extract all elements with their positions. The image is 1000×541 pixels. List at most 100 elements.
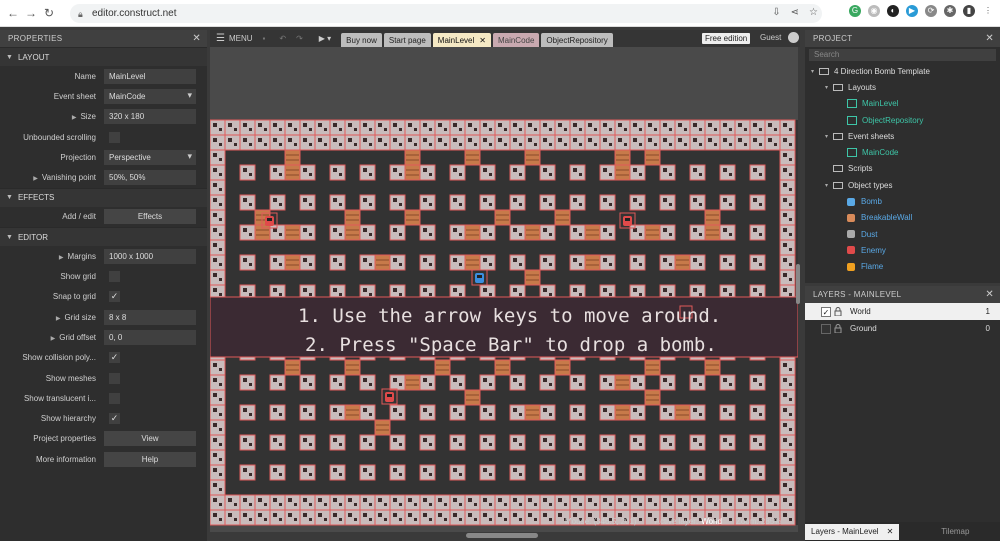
tree-toggle-icon[interactable]: ▾ xyxy=(825,182,833,189)
back-arrow-icon[interactable]: ← xyxy=(4,6,22,20)
expand-triangle-icon[interactable]: ▶ xyxy=(56,316,61,322)
prop-label-text: Project properties xyxy=(33,434,96,444)
layer-visible-checkbox[interactable]: ✓ xyxy=(821,306,831,317)
checkbox[interactable]: ✓ xyxy=(109,413,120,425)
tree-item[interactable]: Dust xyxy=(805,226,1000,242)
tree-item[interactable]: MainCode xyxy=(805,144,1000,160)
section-editor[interactable]: ▼ EDITOR xyxy=(0,227,207,247)
prop-select[interactable]: Perspective xyxy=(104,149,196,165)
tab-layers[interactable]: Layers - MainLevel ✕ xyxy=(805,523,900,540)
lock-icon[interactable] xyxy=(834,324,842,334)
expand-triangle-icon[interactable]: ▶ xyxy=(59,255,64,261)
solid-wall-tile xyxy=(494,119,511,136)
wall-detail xyxy=(519,443,522,446)
level-svg[interactable]: 1. Use the arrow keys to move around. 2. … xyxy=(210,47,798,532)
vertical-scrollbar[interactable] xyxy=(796,264,800,304)
tab-start-page[interactable]: Start page xyxy=(383,33,431,47)
share-icon[interactable]: ⋖ xyxy=(791,7,799,18)
tree-item[interactable]: Bomb xyxy=(805,193,1000,209)
tab-objectrepository[interactable]: ObjectRepository xyxy=(541,33,613,47)
tree-toggle-icon[interactable]: ▾ xyxy=(811,68,819,75)
checkbox[interactable] xyxy=(109,131,120,143)
tree-toggle-icon[interactable]: ▾ xyxy=(825,84,833,91)
tab-maincode[interactable]: MainCode xyxy=(492,33,540,47)
url-bar[interactable]: 🔒︎ editor.construct.net xyxy=(70,4,822,23)
tree-item[interactable]: ▾ Object types xyxy=(805,177,1000,193)
redo-icon[interactable]: ↷ xyxy=(296,34,303,43)
guest-label[interactable]: Guest xyxy=(760,33,781,42)
tab-tilemap[interactable]: Tilemap xyxy=(935,524,975,540)
prop-input[interactable]: 320 x 180 xyxy=(104,109,196,125)
layer-visible-checkbox[interactable] xyxy=(821,323,831,334)
checkbox[interactable] xyxy=(109,271,120,283)
run-button[interactable]: ▶ ▾ xyxy=(319,34,331,43)
wall-detail xyxy=(324,128,327,131)
close-icon[interactable]: ✕ xyxy=(985,289,994,300)
refresh-ext-icon[interactable]: ⟳ xyxy=(925,5,937,17)
layer-row[interactable]: ✓ World 1 xyxy=(805,303,1000,320)
camera-icon[interactable]: ◉ xyxy=(868,5,880,17)
expand-triangle-icon[interactable]: ▶ xyxy=(51,336,56,342)
close-icon[interactable]: ✕ xyxy=(887,527,894,536)
expand-triangle-icon[interactable]: ▶ xyxy=(33,176,38,182)
checkbox[interactable]: ✓ xyxy=(109,352,120,364)
user-avatar-icon[interactable] xyxy=(788,32,799,43)
tree-item[interactable]: Flame xyxy=(805,259,1000,275)
prop-input[interactable]: MainLevel xyxy=(104,68,196,84)
puzzle-icon[interactable]: ✱ xyxy=(944,5,956,17)
solid-wall-tile xyxy=(554,134,571,151)
tree-item[interactable]: ▾ 4 Direction Bomb Template xyxy=(805,63,1000,79)
wall-detail xyxy=(303,168,307,172)
horizontal-scrollbar[interactable] xyxy=(466,533,538,538)
tree-item[interactable]: Enemy xyxy=(805,242,1000,258)
tree-item[interactable]: ObjectRepository xyxy=(805,112,1000,128)
reload-icon[interactable]: ↻ xyxy=(40,6,58,20)
section-layout[interactable]: ▼ LAYOUT xyxy=(0,47,207,66)
wall-detail xyxy=(579,293,582,296)
tree-item[interactable]: BreakableWall xyxy=(805,210,1000,226)
prop-input[interactable]: 50%, 50% xyxy=(104,170,196,186)
prop-button[interactable]: View xyxy=(104,431,196,447)
close-icon[interactable]: ✕ xyxy=(192,33,201,44)
sidebar-icon[interactable]: ▮ xyxy=(963,5,975,17)
checkbox[interactable] xyxy=(109,372,120,384)
extension-dark-icon[interactable]: ◐ xyxy=(887,5,899,17)
prop-input[interactable]: 8 x 8 xyxy=(104,309,196,325)
tree-item[interactable]: MainLevel xyxy=(805,96,1000,112)
close-icon[interactable]: ✕ xyxy=(479,36,486,45)
close-icon[interactable]: ✕ xyxy=(985,33,994,44)
install-icon[interactable]: ⇩ xyxy=(772,7,780,18)
project-search-input[interactable]: Search xyxy=(809,49,996,61)
layer-row[interactable]: Ground 0 xyxy=(805,320,1000,337)
menu-button[interactable]: ☰ MENU xyxy=(216,33,253,44)
prop-select[interactable]: MainCode xyxy=(104,88,196,104)
tab-buy-now[interactable]: Buy now xyxy=(341,33,382,47)
more-vert-icon[interactable]: ⋮ xyxy=(982,5,994,17)
section-effects[interactable]: ▼ EFFECTS xyxy=(0,187,207,207)
solid-wall-tile xyxy=(689,224,706,241)
effects-button[interactable]: Effects xyxy=(104,209,196,225)
wall-detail xyxy=(213,288,217,292)
checkbox[interactable] xyxy=(109,392,120,404)
undo-icon[interactable]: ↶ xyxy=(279,34,286,43)
bookmark-star-icon[interactable]: ☆ xyxy=(809,7,818,18)
tree-toggle-icon[interactable]: ▾ xyxy=(825,133,833,140)
free-edition-badge[interactable]: Free edition xyxy=(702,33,751,44)
tree-item[interactable]: ▾ Layouts xyxy=(805,79,1000,95)
expand-triangle-icon[interactable]: ▶ xyxy=(72,115,77,121)
prop-input[interactable]: 0, 0 xyxy=(104,329,196,345)
tree-item[interactable]: Scripts xyxy=(805,161,1000,177)
prop-input[interactable]: 1000 x 1000 xyxy=(104,248,196,264)
forward-arrow-icon[interactable]: → xyxy=(22,6,40,20)
play-icon[interactable]: ▶ xyxy=(906,5,918,17)
tab-mainlevel[interactable]: MainLevel ✕ xyxy=(432,33,491,47)
tree-item[interactable]: ▾ Event sheets xyxy=(805,128,1000,144)
save-icon[interactable]: ▪ xyxy=(263,34,266,43)
extension-green-icon[interactable]: G xyxy=(849,5,861,17)
wall-detail xyxy=(633,138,637,142)
lock-icon[interactable] xyxy=(834,307,842,317)
prop-label: ▶ Grid offset xyxy=(0,333,104,342)
layout-canvas[interactable]: 1. Use the arrow keys to move around. 2. … xyxy=(210,47,798,532)
checkbox[interactable]: ✓ xyxy=(109,291,120,303)
prop-button[interactable]: Help xyxy=(104,451,196,467)
